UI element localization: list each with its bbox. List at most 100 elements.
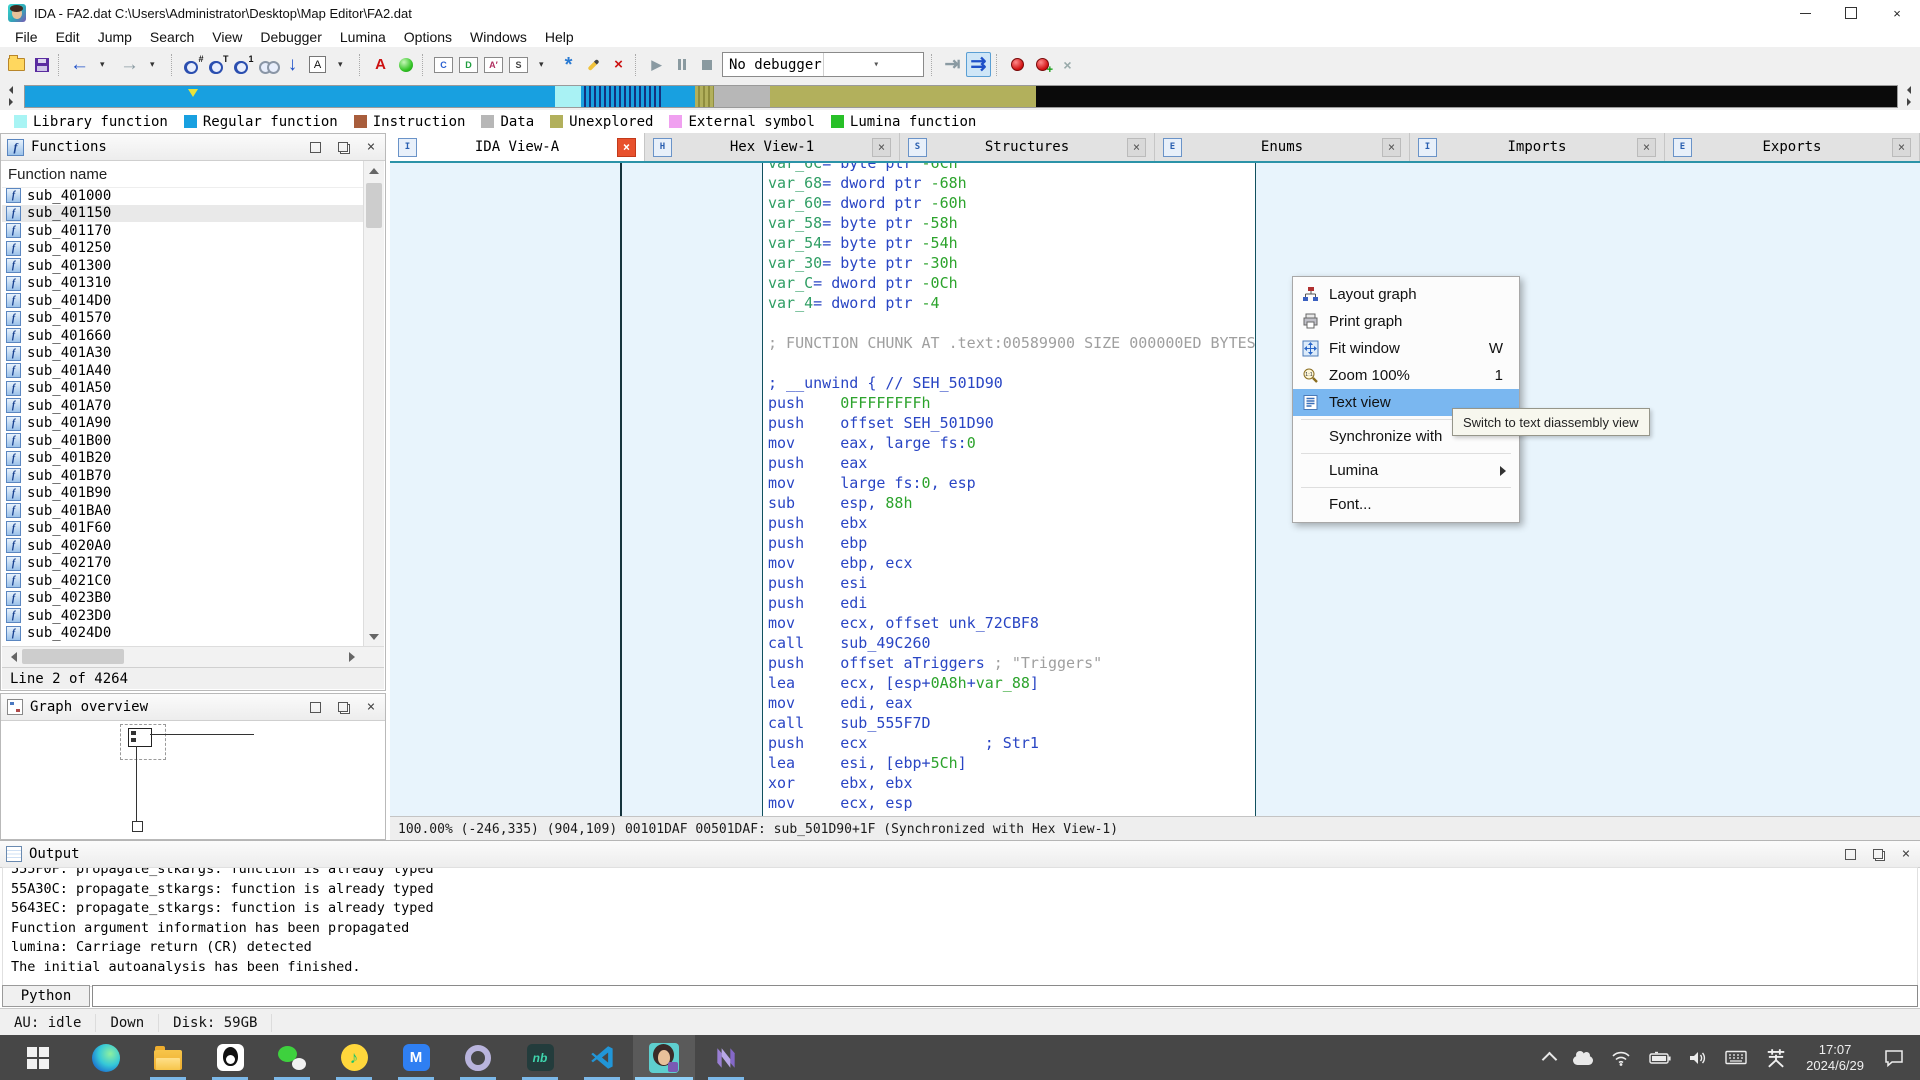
function-list-item[interactable]: fsub_401300	[2, 257, 363, 275]
cli-language-button[interactable]: Python	[2, 985, 90, 1007]
taskbar-app-edge[interactable]	[75, 1035, 137, 1080]
battery-icon[interactable]	[1640, 1035, 1680, 1080]
function-list-item[interactable]: fsub_401B70	[2, 467, 363, 485]
code-line[interactable]: ; FUNCTION CHUNK AT .text:00589900 SIZE …	[768, 333, 1256, 353]
make-string-icon[interactable]: A′	[482, 53, 505, 76]
scroll-down-icon[interactable]	[364, 629, 384, 646]
scroll-up-icon[interactable]	[364, 161, 384, 178]
abort-analysis-icon[interactable]: A	[369, 53, 392, 76]
function-list-item[interactable]: fsub_4023B0	[2, 590, 363, 608]
panel-float-icon[interactable]	[335, 139, 351, 155]
debug-run-icon[interactable]: ▶	[645, 53, 668, 76]
ascii-dropdown-icon[interactable]: ▾	[331, 53, 354, 76]
code-line[interactable]: var_4= dword ptr -4	[768, 293, 1256, 313]
navigation-band[interactable]	[24, 85, 1898, 108]
function-list-item[interactable]: fsub_401170	[2, 222, 363, 240]
code-line[interactable]: sub esp, 88h	[768, 493, 1256, 513]
code-line[interactable]: mov large fs:0, esp	[768, 473, 1256, 493]
taskbar-app-nb-app[interactable]: nb	[509, 1035, 571, 1080]
panel-maximize-icon[interactable]	[307, 139, 323, 155]
jump-address-icon[interactable]: ↓	[281, 53, 304, 76]
function-list-item[interactable]: fsub_4023D0	[2, 607, 363, 625]
code-line[interactable]: mov ecx, esp	[768, 793, 1256, 813]
nav-forward-dropdown-icon[interactable]: ▾	[143, 53, 166, 76]
code-line[interactable]: var_58= byte ptr -58h	[768, 213, 1256, 233]
code-line[interactable]: mov ecx, offset unk_72CBF8	[768, 613, 1256, 633]
function-list-item[interactable]: fsub_401310	[2, 275, 363, 293]
code-line[interactable]: var_54= byte ptr -54h	[768, 233, 1256, 253]
code-line[interactable]: mov eax, large fs:0	[768, 433, 1256, 453]
tab-ida-view-a[interactable]: IIDA View-A×	[390, 133, 645, 161]
scroll-left-icon[interactable]	[6, 652, 17, 662]
menu-options[interactable]: Options	[395, 28, 461, 46]
taskbar-app-a-app[interactable]	[447, 1035, 509, 1080]
breakpoints-list-icon[interactable]	[1006, 53, 1029, 76]
onedrive-icon[interactable]	[1564, 1035, 1602, 1080]
code-line[interactable]: var_60= dword ptr -60h	[768, 193, 1256, 213]
function-list-item[interactable]: fsub_401250	[2, 240, 363, 258]
function-list-item[interactable]: fsub_401B90	[2, 485, 363, 503]
tab-close-icon[interactable]: ×	[1637, 138, 1656, 157]
menu-lumina[interactable]: Lumina	[331, 28, 395, 46]
touch-keyboard-icon[interactable]	[1716, 1035, 1756, 1080]
panel-close-icon[interactable]: ×	[363, 699, 379, 715]
taskbar-app-vscode[interactable]	[571, 1035, 633, 1080]
analysis-indicator-icon[interactable]	[394, 53, 417, 76]
code-line[interactable]: var_30= byte ptr -30h	[768, 253, 1256, 273]
open-file-icon[interactable]	[5, 53, 28, 76]
make-data-icon[interactable]: D	[457, 53, 480, 76]
function-list-item[interactable]: fsub_401A90	[2, 415, 363, 433]
create-segment-icon[interactable]: *	[557, 53, 580, 76]
disassembly-node[interactable]: var_6C= byte ptr -6Chvar_68= dword ptr -…	[762, 163, 1256, 816]
tab-close-icon[interactable]: ×	[1382, 138, 1401, 157]
menu-item-fit-window[interactable]: Fit windowW	[1293, 335, 1519, 362]
menu-item-font-[interactable]: Font...	[1293, 491, 1519, 518]
tab-close-icon[interactable]: ×	[1892, 138, 1911, 157]
panel-float-icon[interactable]	[335, 699, 351, 715]
panel-close-icon[interactable]: ×	[1898, 846, 1914, 862]
code-line[interactable]: call sub_555F7D	[768, 713, 1256, 733]
breakpoint-add-icon[interactable]: +	[1031, 53, 1054, 76]
function-list-item[interactable]: fsub_401F60	[2, 520, 363, 538]
taskbar-app-m-app[interactable]: M	[385, 1035, 447, 1080]
menu-item-print-graph[interactable]: Print graph	[1293, 308, 1519, 335]
taskbar-app-neovim[interactable]	[695, 1035, 757, 1080]
tab-structures[interactable]: SStructures×	[900, 133, 1155, 161]
taskbar-app-qq-music[interactable]: ♪	[323, 1035, 385, 1080]
search-binary-icon[interactable]: 1	[231, 53, 254, 76]
taskbar-app-ida[interactable]	[633, 1035, 695, 1080]
code-line[interactable]: var_6C= byte ptr -6Ch	[768, 163, 1256, 173]
taskbar-clock[interactable]: 17:07 2024/6/29	[1796, 1042, 1874, 1074]
menu-search[interactable]: Search	[141, 28, 203, 46]
code-line[interactable]: push 0FFFFFFFFh	[768, 393, 1256, 413]
struct-dropdown-icon[interactable]: ▾	[532, 53, 555, 76]
code-line[interactable]	[768, 353, 1256, 373]
menu-help[interactable]: Help	[536, 28, 583, 46]
tab-imports[interactable]: IImports×	[1410, 133, 1665, 161]
action-center-icon[interactable]	[1874, 1035, 1914, 1080]
tab-enums[interactable]: EEnums×	[1155, 133, 1410, 161]
function-list-item[interactable]: fsub_401A40	[2, 362, 363, 380]
maximize-button[interactable]	[1828, 0, 1874, 26]
code-line[interactable]: push offset aTriggers ; "Triggers"	[768, 653, 1256, 673]
code-line[interactable]: mov edi, eax	[768, 693, 1256, 713]
search-again-icon[interactable]	[256, 53, 279, 76]
nav-forward-icon[interactable]: →	[118, 53, 141, 76]
function-list-item[interactable]: fsub_4014D0	[2, 292, 363, 310]
function-list-item[interactable]: fsub_401A50	[2, 380, 363, 398]
code-line[interactable]: call sub_49C260	[768, 633, 1256, 653]
graph-canvas[interactable]: var_6C= byte ptr -6Chvar_68= dword ptr -…	[390, 163, 1920, 816]
band-scroll-left[interactable]	[4, 85, 18, 107]
detach-debugger-icon[interactable]: ⇥	[941, 53, 964, 76]
hscroll-thumb[interactable]	[22, 649, 124, 664]
function-list-item[interactable]: fsub_401660	[2, 327, 363, 345]
combo-dropdown-icon[interactable]: ▾	[823, 53, 924, 76]
menu-jump[interactable]: Jump	[89, 28, 141, 46]
undefine-icon[interactable]: ×	[607, 53, 630, 76]
code-line[interactable]: push esi	[768, 573, 1256, 593]
scroll-right-icon[interactable]	[349, 652, 360, 662]
panel-float-icon[interactable]	[1870, 846, 1886, 862]
panel-close-icon[interactable]: ×	[363, 139, 379, 155]
save-icon[interactable]	[30, 53, 53, 76]
tab-close-icon[interactable]: ×	[617, 138, 636, 157]
